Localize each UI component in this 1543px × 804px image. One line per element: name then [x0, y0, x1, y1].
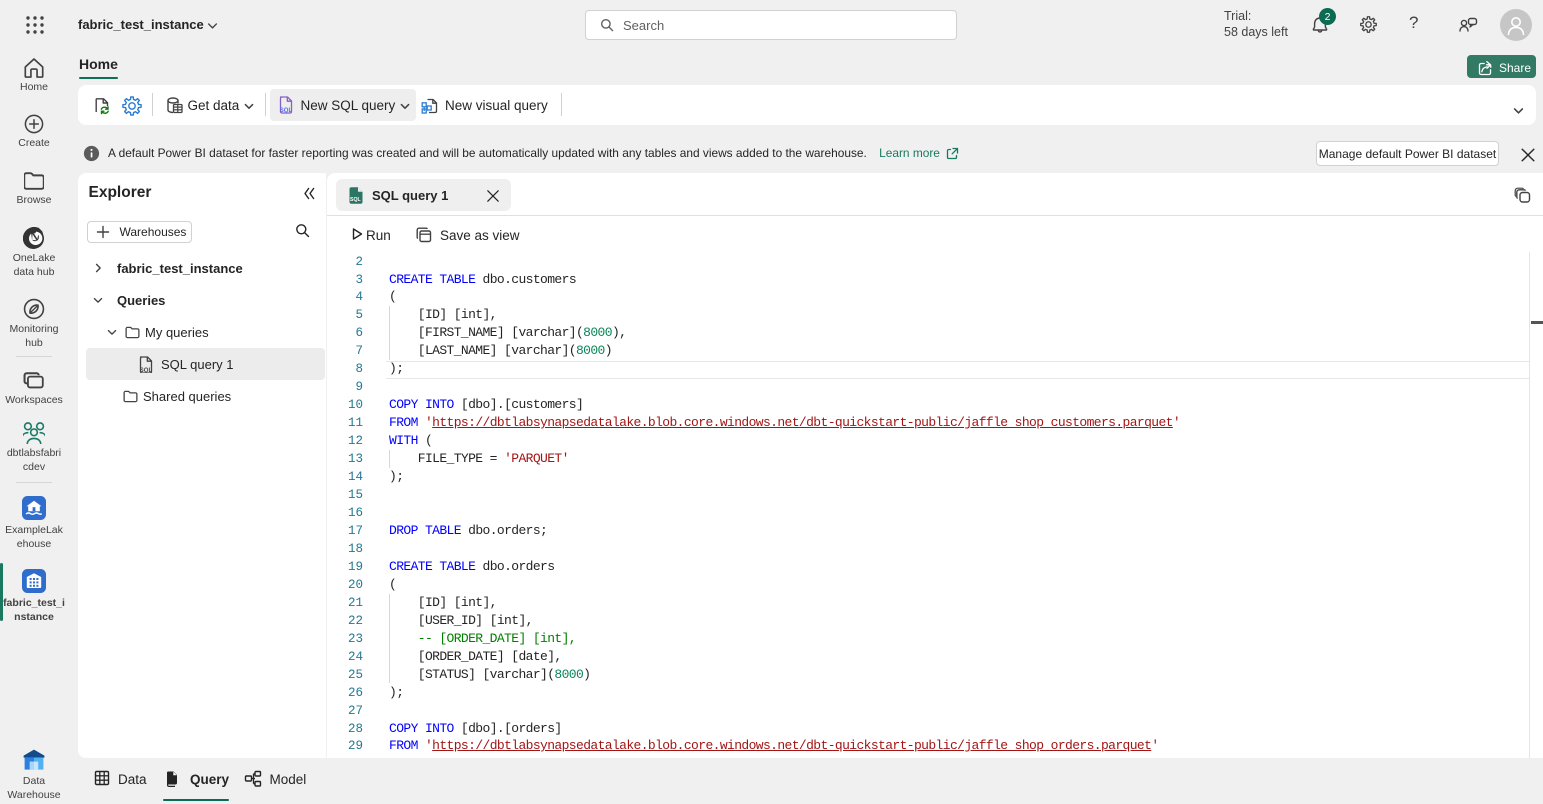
svg-text:SQL: SQL — [350, 197, 361, 203]
svg-text:SQL: SQL — [280, 108, 293, 114]
svg-text:SQL: SQL — [140, 368, 153, 373]
